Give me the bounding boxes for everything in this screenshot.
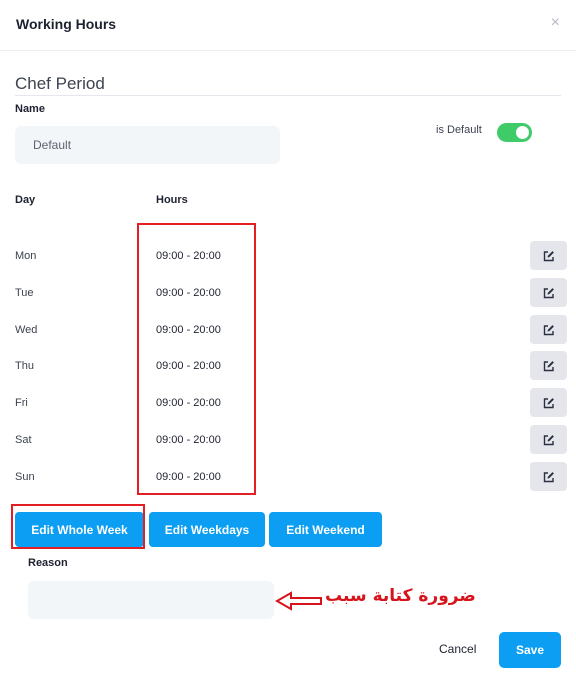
- day-cell: Mon: [15, 250, 37, 262]
- save-button[interactable]: Save: [499, 632, 561, 668]
- reason-label: Reason: [28, 557, 68, 569]
- edit-icon: [543, 324, 554, 335]
- reason-required-annotation: ضرورة كتابة سبب: [325, 586, 476, 606]
- edit-weekdays-button[interactable]: Edit Weekdays: [149, 512, 265, 547]
- table-row: Sat 09:00 - 20:00: [0, 425, 576, 455]
- edit-row-button[interactable]: [530, 425, 567, 454]
- section-title: Chef Period: [15, 74, 105, 93]
- day-cell: Thu: [15, 360, 34, 372]
- table-row: Mon 09:00 - 20:00: [0, 241, 576, 271]
- edit-row-button[interactable]: [530, 315, 567, 344]
- table-row: Thu 09:00 - 20:00: [0, 351, 576, 381]
- edit-icon: [543, 397, 554, 408]
- dialog-header: Working Hours ×: [0, 0, 576, 51]
- day-column-header: Day: [15, 194, 36, 206]
- edit-icon: [543, 287, 554, 298]
- arrow-left-icon: [275, 591, 322, 611]
- edit-weekend-button[interactable]: Edit Weekend: [269, 512, 382, 547]
- day-cell: Sat: [15, 434, 32, 446]
- section-divider: [15, 95, 561, 96]
- table-row: Wed 09:00 - 20:00: [0, 315, 576, 345]
- day-cell: Wed: [15, 324, 38, 336]
- table-row: Fri 09:00 - 20:00: [0, 388, 576, 418]
- dialog-title: Working Hours: [16, 16, 117, 32]
- edit-icon: [543, 434, 554, 445]
- toggle-knob: [516, 126, 529, 139]
- edit-row-button[interactable]: [530, 462, 567, 491]
- day-cell: Tue: [15, 287, 34, 299]
- is-default-label: is Default: [436, 124, 482, 136]
- day-cell: Fri: [15, 397, 28, 409]
- edit-row-button[interactable]: [530, 388, 567, 417]
- name-label: Name: [15, 103, 45, 115]
- edit-icon: [543, 360, 554, 371]
- edit-row-button[interactable]: [530, 241, 567, 270]
- whole-week-highlight-box: [11, 504, 145, 549]
- day-cell: Sun: [15, 471, 35, 483]
- cancel-button[interactable]: Cancel: [439, 642, 476, 656]
- hours-highlight-box: [137, 223, 256, 495]
- edit-icon: [543, 250, 554, 261]
- close-icon[interactable]: ×: [551, 15, 560, 31]
- edit-row-button[interactable]: [530, 278, 567, 307]
- reason-input[interactable]: [28, 581, 274, 619]
- name-input[interactable]: [15, 126, 280, 164]
- hours-column-header: Hours: [156, 194, 188, 206]
- is-default-toggle[interactable]: [497, 123, 532, 142]
- table-row: Sun 09:00 - 20:00: [0, 462, 576, 492]
- edit-row-button[interactable]: [530, 351, 567, 380]
- edit-icon: [543, 471, 554, 482]
- table-row: Tue 09:00 - 20:00: [0, 278, 576, 308]
